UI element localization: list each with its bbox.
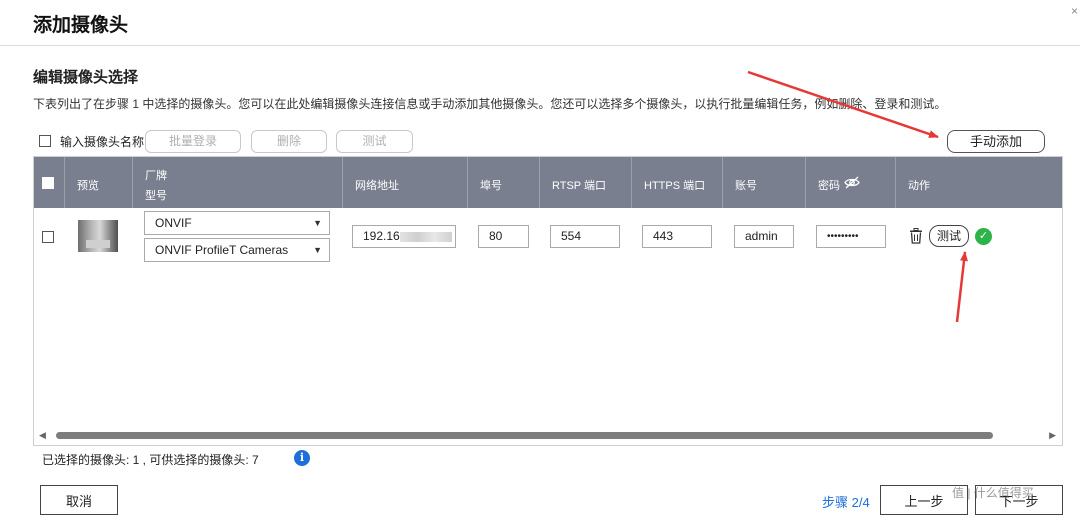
row-test-button[interactable]: 测试 bbox=[929, 225, 969, 247]
camera-table: 预览 厂牌 型号 网络地址 埠号 RTSP 端口 HTTPS 端口 账号 密码 … bbox=[33, 156, 1063, 446]
section-description: 下表列出了在步骤 1 中选择的摄像头。您可以在此处编辑摄像头连接信息或手动添加其… bbox=[33, 97, 947, 111]
delete-button[interactable]: 删除 bbox=[251, 130, 327, 153]
selection-summary: 已选择的摄像头: 1 , 可供选择的摄像头: 7 bbox=[42, 453, 259, 467]
redacted-blur bbox=[399, 231, 452, 242]
batch-login-button[interactable]: 批量登录 bbox=[145, 130, 241, 153]
header-password: 密码 bbox=[805, 157, 895, 208]
port-input[interactable]: 80 bbox=[478, 225, 529, 248]
header-action: 动作 bbox=[895, 157, 1062, 208]
horizontal-scrollbar[interactable]: ◀ ▶ bbox=[34, 429, 1062, 443]
test-all-button[interactable]: 测试 bbox=[336, 130, 413, 153]
address-input[interactable]: 192.16 bbox=[352, 225, 456, 248]
scroll-left-icon[interactable]: ◀ bbox=[39, 430, 46, 441]
name-checkbox[interactable] bbox=[39, 135, 51, 147]
table-row: ONVIF ▼ ONVIF ProfileT Cameras ▼ 192.16 80… bbox=[34, 208, 1062, 268]
check-success-icon: ✓ bbox=[975, 228, 992, 245]
header-brand-model: 厂牌 型号 bbox=[132, 157, 342, 208]
rtsp-port-input[interactable]: 554 bbox=[550, 225, 620, 248]
name-label: 输入摄像头名称 bbox=[60, 135, 145, 149]
info-icon[interactable]: i bbox=[294, 450, 310, 466]
watermark: 值 | 什么值得买 bbox=[952, 486, 1034, 500]
dropdown-arrow-icon: ▼ bbox=[313, 218, 322, 228]
header-preview: 预览 bbox=[64, 157, 132, 208]
manual-add-button[interactable]: 手动添加 bbox=[947, 130, 1045, 153]
header-rtsp: RTSP 端口 bbox=[539, 157, 631, 208]
trash-icon[interactable] bbox=[909, 228, 923, 244]
eye-off-icon[interactable] bbox=[844, 176, 860, 189]
header-port: 埠号 bbox=[467, 157, 539, 208]
header-https: HTTPS 端口 bbox=[631, 157, 722, 208]
account-input[interactable]: admin bbox=[734, 225, 794, 248]
scrollbar-thumb[interactable] bbox=[56, 432, 993, 439]
header-account: 账号 bbox=[722, 157, 805, 208]
table-header: 预览 厂牌 型号 网络地址 埠号 RTSP 端口 HTTPS 端口 账号 密码 … bbox=[34, 157, 1062, 208]
scroll-right-icon[interactable]: ▶ bbox=[1049, 430, 1056, 441]
dialog-header: 添加摄像头 × bbox=[0, 0, 1080, 46]
select-all-checkbox[interactable] bbox=[42, 177, 54, 189]
brand-select[interactable]: ONVIF ▼ bbox=[144, 211, 330, 235]
step-indicator: 步骤 2/4 bbox=[822, 495, 870, 510]
dropdown-arrow-icon: ▼ bbox=[313, 245, 322, 255]
model-select[interactable]: ONVIF ProfileT Cameras ▼ bbox=[144, 238, 330, 262]
close-icon[interactable]: × bbox=[1071, 4, 1078, 18]
table-toolbar: 输入摄像头名称 批量登录 删除 测试 手动添加 bbox=[33, 126, 1063, 156]
dialog-title: 添加摄像头 bbox=[33, 15, 129, 36]
password-input[interactable]: ••••••••• bbox=[816, 225, 886, 248]
camera-preview-thumbnail bbox=[78, 220, 118, 252]
row-checkbox[interactable] bbox=[42, 231, 54, 243]
header-address: 网络地址 bbox=[342, 157, 467, 208]
cancel-button[interactable]: 取消 bbox=[40, 485, 118, 515]
section-title: 编辑摄像头选择 bbox=[33, 69, 139, 86]
https-port-input[interactable]: 443 bbox=[642, 225, 712, 248]
